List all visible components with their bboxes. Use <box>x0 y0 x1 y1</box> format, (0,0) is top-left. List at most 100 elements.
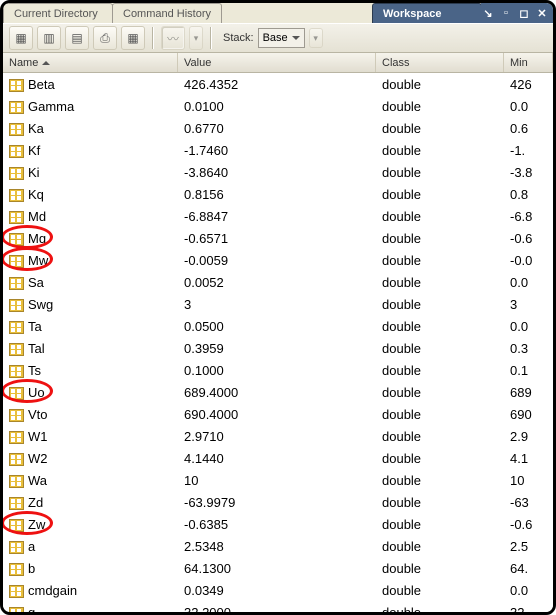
cell-name: Mw <box>3 249 178 271</box>
table-row[interactable]: Mq-0.6571double-0.6 <box>3 227 553 249</box>
delete-button[interactable]: ▦ <box>121 26 145 50</box>
stack-select-value: Base <box>263 32 288 44</box>
chevron-down-icon: ▾ <box>194 33 199 44</box>
print-button[interactable]: ⎙ <box>93 26 117 50</box>
cell-min: 0.0 <box>504 95 553 117</box>
cell-class: double <box>376 469 504 491</box>
table-row[interactable]: Zw-0.6385double-0.6 <box>3 513 553 535</box>
cell-value: 0.0052 <box>178 271 376 293</box>
table-row[interactable]: Mw-0.0059double-0.0 <box>3 249 553 271</box>
table-row[interactable]: a2.5348double2.5 <box>3 535 553 557</box>
variable-name: W1 <box>28 429 48 444</box>
variable-name: a <box>28 539 35 554</box>
variable-icon <box>9 253 24 268</box>
table-row[interactable]: Ts0.1000double0.1 <box>3 359 553 381</box>
cell-value: -6.8847 <box>178 205 376 227</box>
cell-class: double <box>376 579 504 601</box>
table-row[interactable]: g32.2000double32. <box>3 601 553 612</box>
table-row[interactable]: Beta426.4352double426 <box>3 73 553 95</box>
variable-icon <box>9 561 24 576</box>
import-data-button[interactable]: ▥ <box>37 26 61 50</box>
cell-class: double <box>376 249 504 271</box>
table-row[interactable]: W24.1440double4.1 <box>3 447 553 469</box>
variable-name: cmdgain <box>28 583 77 598</box>
tab-current-directory[interactable]: Current Directory <box>3 3 113 23</box>
stack-select[interactable]: Base <box>258 28 305 48</box>
cell-name: Kf <box>3 139 178 161</box>
plot-dropdown-button[interactable]: ▾ <box>189 26 203 50</box>
cell-value: 0.0349 <box>178 579 376 601</box>
cell-min: 4.1 <box>504 447 553 469</box>
cell-class: double <box>376 315 504 337</box>
cell-min: 10 <box>504 469 553 491</box>
import-icon: ▥ <box>43 31 54 45</box>
new-variable-button[interactable]: ▦ <box>9 26 33 50</box>
variable-icon <box>9 605 24 613</box>
header-class[interactable]: Class <box>376 53 504 72</box>
table-row[interactable]: Kq0.8156double0.8 <box>3 183 553 205</box>
variable-name: Tal <box>28 341 45 356</box>
variable-name: Sa <box>28 275 44 290</box>
variable-name: Uo <box>28 385 45 400</box>
cell-class: double <box>376 359 504 381</box>
table-row[interactable]: Ki-3.8640double-3.8 <box>3 161 553 183</box>
cell-class: double <box>376 601 504 612</box>
variable-name: Vto <box>28 407 48 422</box>
cell-class: double <box>376 425 504 447</box>
table-row[interactable]: Sa0.0052double0.0 <box>3 271 553 293</box>
table-row[interactable]: Md-6.8847double-6.8 <box>3 205 553 227</box>
variable-icon <box>9 451 24 466</box>
cell-name: g <box>3 601 178 612</box>
table-row[interactable]: b64.1300double64. <box>3 557 553 579</box>
header-min[interactable]: Min <box>504 53 553 72</box>
table-row[interactable]: Tal0.3959double0.3 <box>3 337 553 359</box>
cell-value: -0.6571 <box>178 227 376 249</box>
table-row[interactable]: Ta0.0500double0.0 <box>3 315 553 337</box>
header-name-label: Name <box>9 57 38 69</box>
table-row[interactable]: Swg3double3 <box>3 293 553 315</box>
variable-name: Mq <box>28 231 46 246</box>
table-row[interactable]: Gamma0.0100double0.0 <box>3 95 553 117</box>
workspace-panel: Current Directory Command History Worksp… <box>0 0 556 615</box>
cell-name: Beta <box>3 73 178 95</box>
cell-class: double <box>376 491 504 513</box>
table-row[interactable]: Vto690.4000double690 <box>3 403 553 425</box>
save-workspace-button[interactable]: ▤ <box>65 26 89 50</box>
stack-dropdown-button[interactable]: ▾ <box>309 28 323 48</box>
sort-asc-icon <box>42 57 50 65</box>
tab-workspace[interactable]: Workspace <box>372 3 482 23</box>
maximize-icon[interactable]: ◻ <box>517 6 531 20</box>
cell-value: 0.0100 <box>178 95 376 117</box>
cell-value: 0.6770 <box>178 117 376 139</box>
tab-command-history[interactable]: Command History <box>112 3 222 23</box>
table-row[interactable]: cmdgain 0.0349double0.0 <box>3 579 553 601</box>
variable-icon <box>9 363 24 378</box>
table-row[interactable]: Kf-1.7460double-1. <box>3 139 553 161</box>
cell-name: Swg <box>3 293 178 315</box>
variable-icon <box>9 99 24 114</box>
cell-value: 64.1300 <box>178 557 376 579</box>
close-icon[interactable]: ✕ <box>535 6 549 20</box>
cell-name: W2 <box>3 447 178 469</box>
table-row[interactable]: W12.9710double2.9 <box>3 425 553 447</box>
chevron-down-icon: ▾ <box>313 33 318 44</box>
minimize-icon[interactable]: ▫ <box>499 6 513 20</box>
table-row[interactable]: Ka0.6770double0.6 <box>3 117 553 139</box>
cell-name: Md <box>3 205 178 227</box>
table-row[interactable]: Wa10double10 <box>3 469 553 491</box>
variable-icon <box>9 187 24 202</box>
header-value[interactable]: Value <box>178 53 376 72</box>
table-row[interactable]: Uo689.4000double689 <box>3 381 553 403</box>
cell-min: 0.0 <box>504 579 553 601</box>
undock-icon[interactable]: ↘ <box>481 6 495 20</box>
cell-name: Ts <box>3 359 178 381</box>
variable-icon <box>9 77 24 92</box>
variable-name: Beta <box>28 77 55 92</box>
header-name[interactable]: Name <box>3 53 178 72</box>
table-row[interactable]: Zd-63.9979double-63 <box>3 491 553 513</box>
cell-min: 64. <box>504 557 553 579</box>
plot-icon: 〰 <box>167 30 179 47</box>
plot-button[interactable]: 〰 <box>161 26 185 50</box>
cell-value: 0.0500 <box>178 315 376 337</box>
cell-class: double <box>376 95 504 117</box>
